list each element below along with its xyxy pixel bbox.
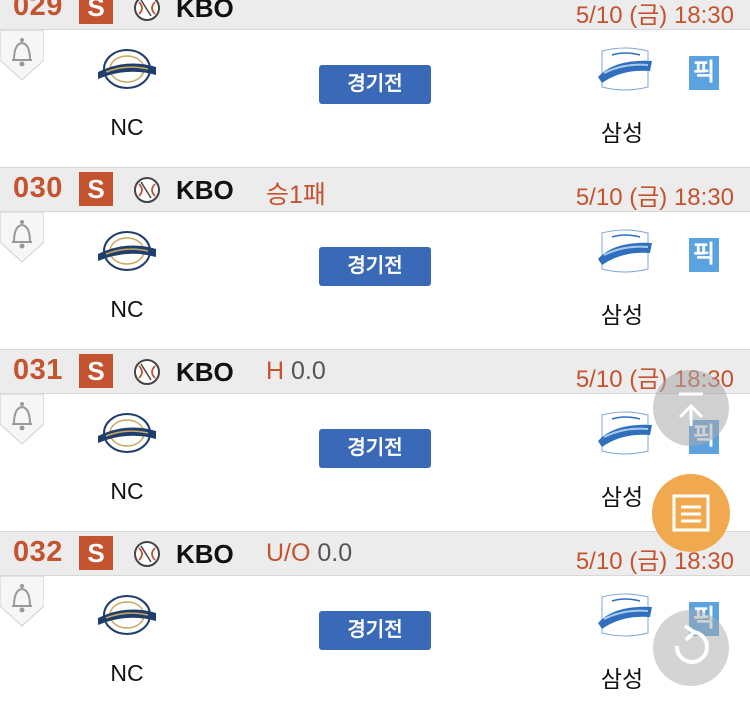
bet-type-info: H 0.0 bbox=[266, 357, 326, 386]
bet-type-value: 0.0 bbox=[291, 357, 326, 385]
special-badge: S bbox=[79, 354, 113, 388]
game-number: 032 bbox=[13, 536, 63, 568]
bet-type-info: U/O 0.0 bbox=[266, 539, 352, 568]
samsung-lions-logo bbox=[598, 593, 652, 637]
samsung-lions-logo bbox=[598, 47, 652, 91]
game-row: 031SKBOH 0.05/10 (금) 18:30NC경기전삼성픽 bbox=[0, 349, 750, 531]
bell-icon[interactable] bbox=[0, 30, 44, 82]
game-row: 029 S KBO 5/10 (금) 18:30 NC 경기전삼성 픽 bbox=[0, 0, 750, 167]
game-row: 030 S KBO 승1패 5/10 (금) 18:30 NC 경기전삼성 픽 bbox=[0, 167, 750, 349]
game-row: 032SKBOU/O 0.05/10 (금) 18:30NC경기전삼성픽 bbox=[0, 531, 750, 713]
game-number: 030 bbox=[13, 172, 63, 204]
game-number: 029 bbox=[13, 0, 63, 22]
game-datetime: 5/10 (금) 18:30 bbox=[575, 2, 734, 29]
home-team-name: NC bbox=[110, 478, 144, 504]
nc-dinos-logo bbox=[98, 49, 156, 89]
nc-dinos-logo bbox=[98, 231, 156, 271]
game-datetime: 5/10 (금) 18:30 bbox=[575, 184, 734, 211]
pick-button[interactable]: 픽 bbox=[689, 238, 719, 272]
menu-button[interactable] bbox=[652, 474, 730, 552]
pick-button[interactable]: 픽 bbox=[689, 56, 719, 90]
game-status-button[interactable]: 경기전 bbox=[319, 611, 431, 650]
baseball-icon bbox=[134, 359, 160, 385]
nc-dinos-logo bbox=[98, 413, 156, 453]
refresh-icon bbox=[674, 624, 709, 664]
away-team-name: 삼성 bbox=[600, 302, 644, 328]
baseball-icon bbox=[134, 177, 160, 203]
bet-type-label: H bbox=[266, 357, 285, 385]
bet-type-label: 승1패 bbox=[266, 181, 326, 209]
scroll-top-icon bbox=[678, 392, 704, 426]
samsung-lions-logo bbox=[598, 229, 652, 273]
league-name: KBO bbox=[176, 539, 234, 569]
game-header: 032 S KBO U/O 0.0 5/10 (금) 18:30 bbox=[0, 531, 750, 576]
baseball-icon bbox=[134, 0, 160, 21]
samsung-lions-logo bbox=[598, 411, 652, 455]
game-status-button[interactable]: 경기전 bbox=[319, 429, 431, 468]
game-header: 030 S KBO 승1패 5/10 (금) 18:30 bbox=[0, 167, 750, 212]
bell-icon[interactable] bbox=[0, 212, 44, 264]
league-name: KBO bbox=[176, 175, 234, 205]
bet-type-label: U/O bbox=[266, 539, 311, 567]
league-name: KBO bbox=[176, 357, 234, 387]
home-team-name: NC bbox=[110, 114, 144, 140]
game-header: 029 S KBO 5/10 (금) 18:30 bbox=[0, 0, 750, 30]
home-team-name: NC bbox=[110, 296, 144, 322]
game-header: 031 S KBO H 0.0 5/10 (금) 18:30 bbox=[0, 349, 750, 394]
game-body[interactable]: NC 경기전삼성 픽 bbox=[0, 30, 750, 167]
baseball-icon bbox=[134, 541, 160, 567]
game-body[interactable]: NC 경기전삼성 픽 bbox=[0, 212, 750, 349]
game-status-button[interactable]: 경기전 bbox=[319, 247, 431, 286]
game-body[interactable]: NC경기전삼성픽 bbox=[0, 576, 750, 713]
special-badge: S bbox=[79, 536, 113, 570]
bet-type-value: 0.0 bbox=[317, 539, 353, 567]
special-badge: S bbox=[79, 172, 113, 206]
refresh-button[interactable] bbox=[653, 610, 729, 686]
list-icon bbox=[672, 494, 710, 532]
special-badge: S bbox=[79, 0, 113, 24]
game-number: 031 bbox=[13, 354, 63, 386]
game-body[interactable]: NC경기전삼성픽 bbox=[0, 394, 750, 531]
game-status-button[interactable]: 경기전 bbox=[319, 65, 431, 104]
bell-icon[interactable] bbox=[0, 394, 44, 446]
bell-icon[interactable] bbox=[0, 576, 44, 628]
away-team-name: 삼성 bbox=[600, 120, 644, 146]
bet-type-info: 승1패 bbox=[266, 175, 326, 211]
home-team-name: NC bbox=[110, 660, 144, 686]
scroll-top-button[interactable] bbox=[653, 370, 729, 446]
league-name: KBO bbox=[176, 0, 234, 23]
nc-dinos-logo bbox=[98, 595, 156, 635]
